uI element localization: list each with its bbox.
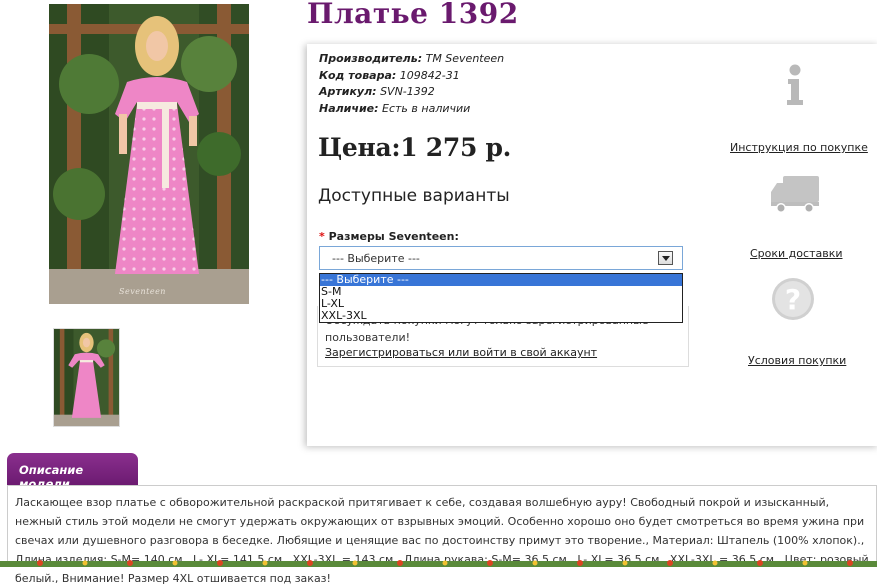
truck-icon[interactable]: [769, 174, 821, 216]
product-code-value: 109842-31: [399, 68, 460, 82]
product-thumbnail[interactable]: [53, 328, 120, 427]
delivery-item: Сроки доставки: [750, 242, 843, 261]
manufacturer-row: Производитель: ТМ Seventeen: [319, 51, 504, 68]
instructions-link[interactable]: Инструкция по покупке: [730, 141, 868, 154]
size-select-value: --- Выберите ---: [332, 252, 420, 265]
product-code-row: Код товара: 109842-31: [319, 68, 504, 85]
svg-text:?: ?: [785, 283, 801, 316]
article-row: Артикул: SVN-1392: [319, 84, 504, 101]
size-label: * Размеры Seventeen:: [319, 230, 459, 243]
terms-item: Условия покупки: [748, 349, 846, 368]
help-icon[interactable]: ?: [771, 277, 815, 321]
manufacturer-label: Производитель:: [319, 52, 423, 65]
info-icon[interactable]: [783, 64, 807, 106]
product-meta: Производитель: ТМ Seventeen Код товара: …: [319, 51, 504, 117]
required-mark: *: [319, 230, 325, 243]
manufacturer-value: ТМ Seventeen: [425, 52, 505, 65]
size-select[interactable]: --- Выберите ---: [319, 246, 683, 270]
size-dropdown-list[interactable]: --- Выберите --- S-M L-XL XXL-3XL: [319, 273, 683, 323]
size-option-placeholder[interactable]: --- Выберите ---: [320, 274, 682, 286]
availability-value: Есть в наличии: [382, 101, 471, 115]
terms-link[interactable]: Условия покупки: [748, 354, 846, 367]
article-value: SVN-1392: [380, 85, 435, 98]
register-login-link[interactable]: Зарегистрироваться или войти в свой акка…: [325, 346, 597, 359]
dress-photo-illustration: [49, 4, 249, 304]
tab-description[interactable]: Описание модели: [7, 453, 138, 491]
availability-label: Наличие:: [319, 101, 379, 115]
description-text: Ласкающее взор платье с обворожительной …: [15, 496, 873, 585]
variants-heading: Доступные варианты: [318, 186, 510, 206]
product-code-label: Код товара:: [319, 68, 397, 82]
size-option-s-m[interactable]: S-M: [320, 286, 682, 298]
thumbnail-illustration: [54, 329, 119, 426]
size-label-text: Размеры Seventeen:: [328, 230, 459, 243]
product-photo[interactable]: Seventeen: [49, 4, 249, 304]
product-price: Цена:1 275 р.: [318, 133, 512, 162]
photo-watermark: Seventeen: [119, 287, 166, 296]
product-info-panel: Производитель: ТМ Seventeen Код товара: …: [307, 44, 877, 446]
product-title: Платье 1392: [307, 0, 519, 30]
size-option-l-xl[interactable]: L-XL: [320, 298, 682, 310]
garland-decoration: [0, 560, 877, 567]
instructions-item: Инструкция по покупке: [730, 136, 868, 155]
chevron-down-icon[interactable]: [658, 251, 673, 265]
delivery-link[interactable]: Сроки доставки: [750, 247, 843, 260]
description-box: Ласкающее взор платье с обворожительной …: [7, 485, 877, 585]
availability-row: Наличие: Есть в наличии: [319, 101, 504, 118]
size-option-xxl-3xl[interactable]: XXL-3XL: [320, 310, 682, 322]
article-label: Артикул:: [319, 85, 377, 98]
